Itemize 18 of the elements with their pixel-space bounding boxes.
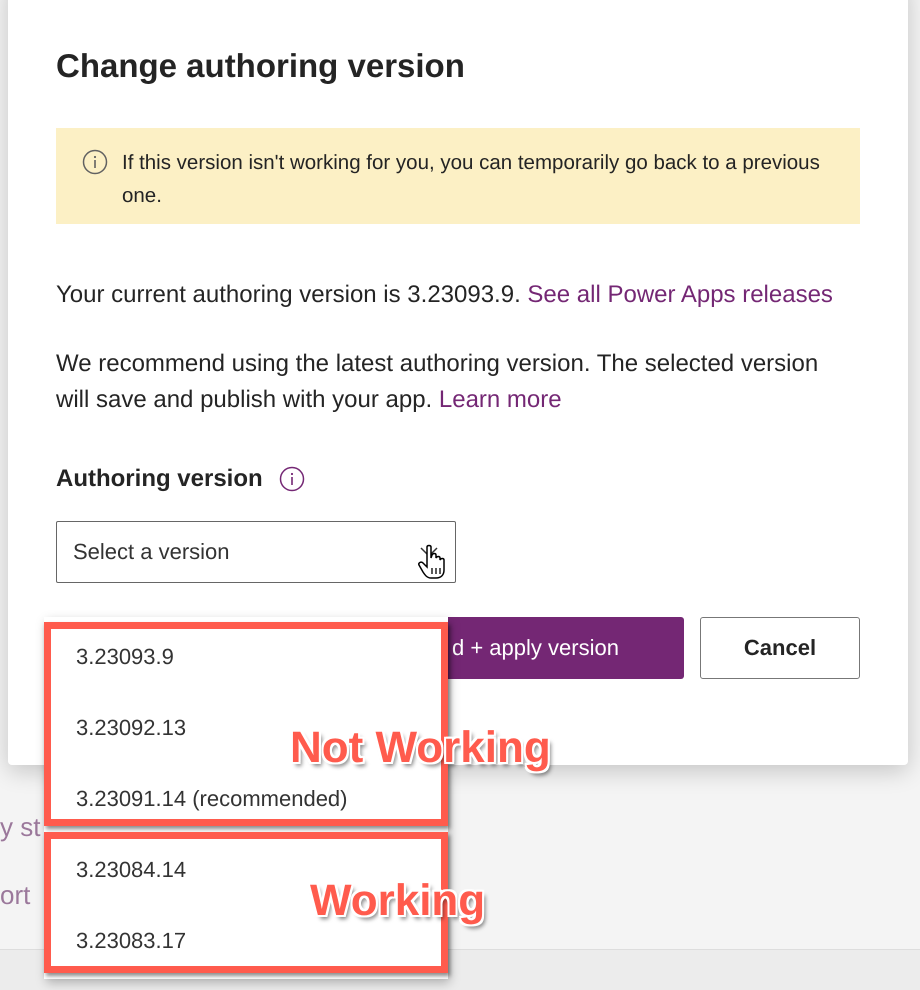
dropdown-option[interactable]: 3.23084.14: [51, 842, 186, 898]
link-text: ort: [0, 880, 30, 910]
notice-text: If this version isn't working for you, you can temporarily go back to a previous one.: [122, 150, 821, 209]
dropdown-option[interactable]: 3.23093.9: [51, 629, 174, 685]
link-text: y st: [0, 812, 40, 842]
version-dropdown[interactable]: Select a version: [56, 520, 456, 582]
description-text: We recommend using the latest authoring version. The selected version will save and publish with your app. Learn more: [56, 348, 820, 415]
description-text: Your current authoring version is 3.23093.9. See all Power Apps releases: [56, 280, 834, 310]
cancel-button[interactable]: Cancel: [700, 616, 860, 678]
field-label: Authoring version: [56, 464, 263, 494]
dropdown-option[interactable]: 3.23092.13: [51, 700, 186, 756]
link[interactable]: See all Power Apps releases: [527, 281, 833, 308]
dropdown-option[interactable]: 3.23091.14 (recommended): [51, 771, 348, 827]
link[interactable]: Learn more: [438, 386, 562, 413]
info-icon: [82, 149, 108, 175]
dropdown-option[interactable]: 3.23083.17: [51, 913, 186, 969]
dialog-title: Change authoring version: [56, 46, 466, 86]
info-icon: [278, 466, 305, 492]
